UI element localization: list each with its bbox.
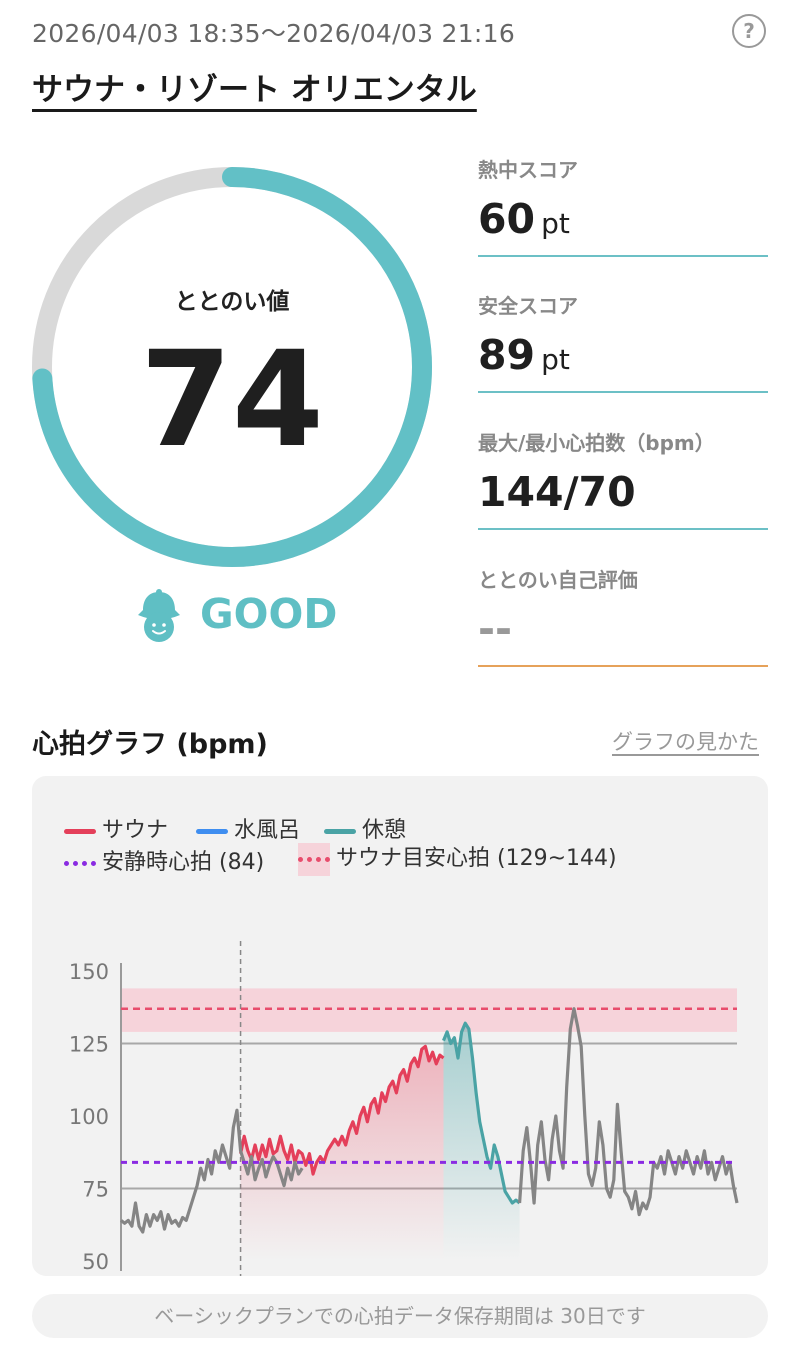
stat-value: 60 pt (478, 195, 570, 243)
area-sauna (240, 1046, 444, 1261)
section-title: 心拍グラフ (bpm) (32, 729, 268, 760)
stat-value: -- (478, 605, 513, 653)
y-tick-label: 75 (82, 1178, 109, 1202)
area-rest (443, 1023, 520, 1261)
stat-value: 144/70 (478, 468, 636, 516)
happy-face-hat-icon (138, 589, 180, 642)
session-datetime: 2026/04/03 18:35〜2026/04/03 21:16 (32, 19, 516, 48)
stat-label: 熱中スコア (478, 158, 578, 182)
sauna-target-band (121, 988, 737, 1032)
stat-label: ととのい自己評価 (478, 568, 638, 592)
footer-note: ベーシックプランでの心拍データ保存期間は 30日です (32, 1294, 768, 1338)
legend-item-cold-bath: 水風呂 (196, 812, 300, 844)
divider (478, 255, 768, 257)
y-tick-label: 50 (82, 1250, 109, 1274)
gauge-value: 74 (140, 323, 324, 477)
legend-swatch (64, 828, 96, 834)
y-tick-label: 100 (69, 1105, 109, 1129)
legend-swatch (196, 828, 228, 834)
stat-heat-score: 熱中スコア 60 pt (478, 154, 768, 257)
gauge-label: ととのい値 (174, 289, 290, 315)
y-tick-label: 125 (69, 1033, 109, 1057)
legend-item-sauna: サウナ (64, 812, 168, 844)
stat-heart-rate: 最大/最小心拍数（bpm） 144/70 (478, 427, 768, 530)
y-tick-label: 150 (69, 960, 109, 984)
howto-link[interactable]: グラフの見かた (612, 726, 759, 756)
stat-label: 最大/最小心拍数（bpm） (478, 431, 715, 455)
rating-text: GOOD (200, 590, 338, 638)
heart-rate-chart: 15012510075502セット (69, 941, 739, 1276)
stat-safety-score: 安全スコア 89 pt (478, 290, 768, 393)
divider (478, 665, 768, 667)
legend-swatch (324, 828, 356, 834)
facility-name-link[interactable]: サウナ・リゾート オリエンタル (32, 64, 477, 109)
stat-self-evaluation[interactable]: ととのい自己評価 -- (478, 564, 768, 667)
divider (478, 528, 768, 530)
stat-label: 安全スコア (478, 294, 578, 318)
heart-rate-chart-card: サウナ 水風呂 休憩 安静時心拍 (84) サウナ目安心拍 (129~144) … (32, 776, 768, 1276)
divider (478, 391, 768, 393)
help-icon[interactable]: ? (732, 14, 766, 48)
stat-value: 89 pt (478, 331, 570, 379)
